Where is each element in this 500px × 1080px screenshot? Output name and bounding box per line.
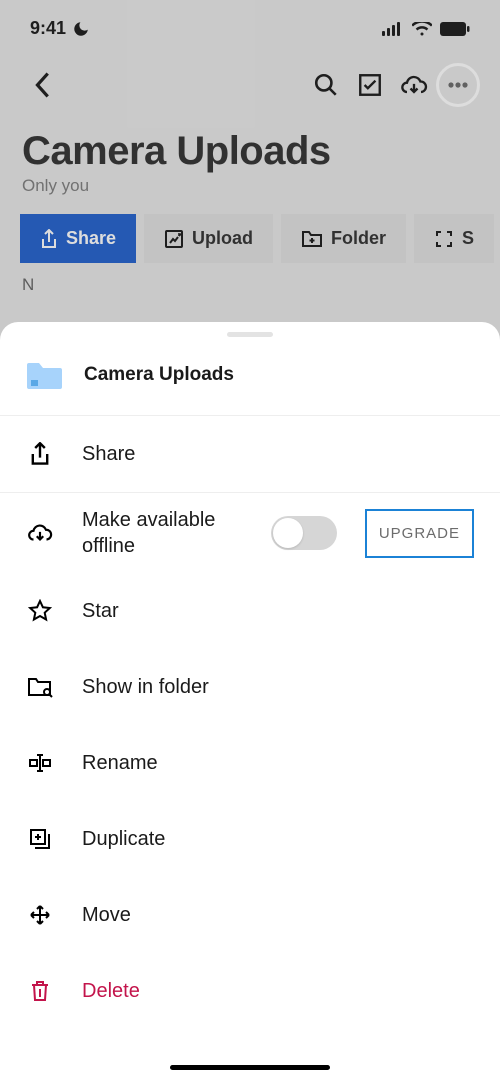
trash-icon	[26, 977, 54, 1005]
menu-item-show-in-folder[interactable]: Show in folder	[0, 649, 500, 725]
menu-item-delete[interactable]: Delete	[0, 953, 500, 1029]
home-indicator[interactable]	[170, 1065, 330, 1070]
menu-label: Move	[82, 904, 474, 927]
menu-label: Delete	[82, 980, 474, 1003]
folder-search-icon	[26, 673, 54, 701]
offline-toggle[interactable]	[271, 516, 337, 550]
menu-item-offline: Make available offline UPGRADE	[0, 493, 500, 573]
menu-label: Rename	[82, 752, 474, 775]
share-icon	[26, 440, 54, 468]
menu-item-rename[interactable]: Rename	[0, 725, 500, 801]
upgrade-button[interactable]: UPGRADE	[365, 509, 474, 558]
sheet-grabber[interactable]	[227, 332, 273, 337]
menu-label: Star	[82, 600, 474, 623]
menu-item-star[interactable]: Star	[0, 573, 500, 649]
move-icon	[26, 901, 54, 929]
duplicate-icon	[26, 825, 54, 853]
menu-label: Make available offline	[82, 507, 243, 559]
star-icon	[26, 597, 54, 625]
cloud-download-icon	[26, 519, 54, 547]
menu-item-duplicate[interactable]: Duplicate	[0, 801, 500, 877]
sheet-menu: Share Make available offline UPGRADE Sta…	[0, 416, 500, 1029]
rename-icon	[26, 749, 54, 777]
menu-item-share[interactable]: Share	[0, 416, 500, 492]
menu-label: Show in folder	[82, 676, 474, 699]
action-sheet: Camera Uploads Share Make available offl…	[0, 322, 500, 1080]
sheet-header: Camera Uploads	[0, 355, 500, 416]
folder-icon	[26, 361, 62, 389]
menu-label: Share	[82, 443, 474, 466]
sheet-title: Camera Uploads	[84, 364, 234, 386]
menu-label: Duplicate	[82, 828, 474, 851]
menu-item-move[interactable]: Move	[0, 877, 500, 953]
